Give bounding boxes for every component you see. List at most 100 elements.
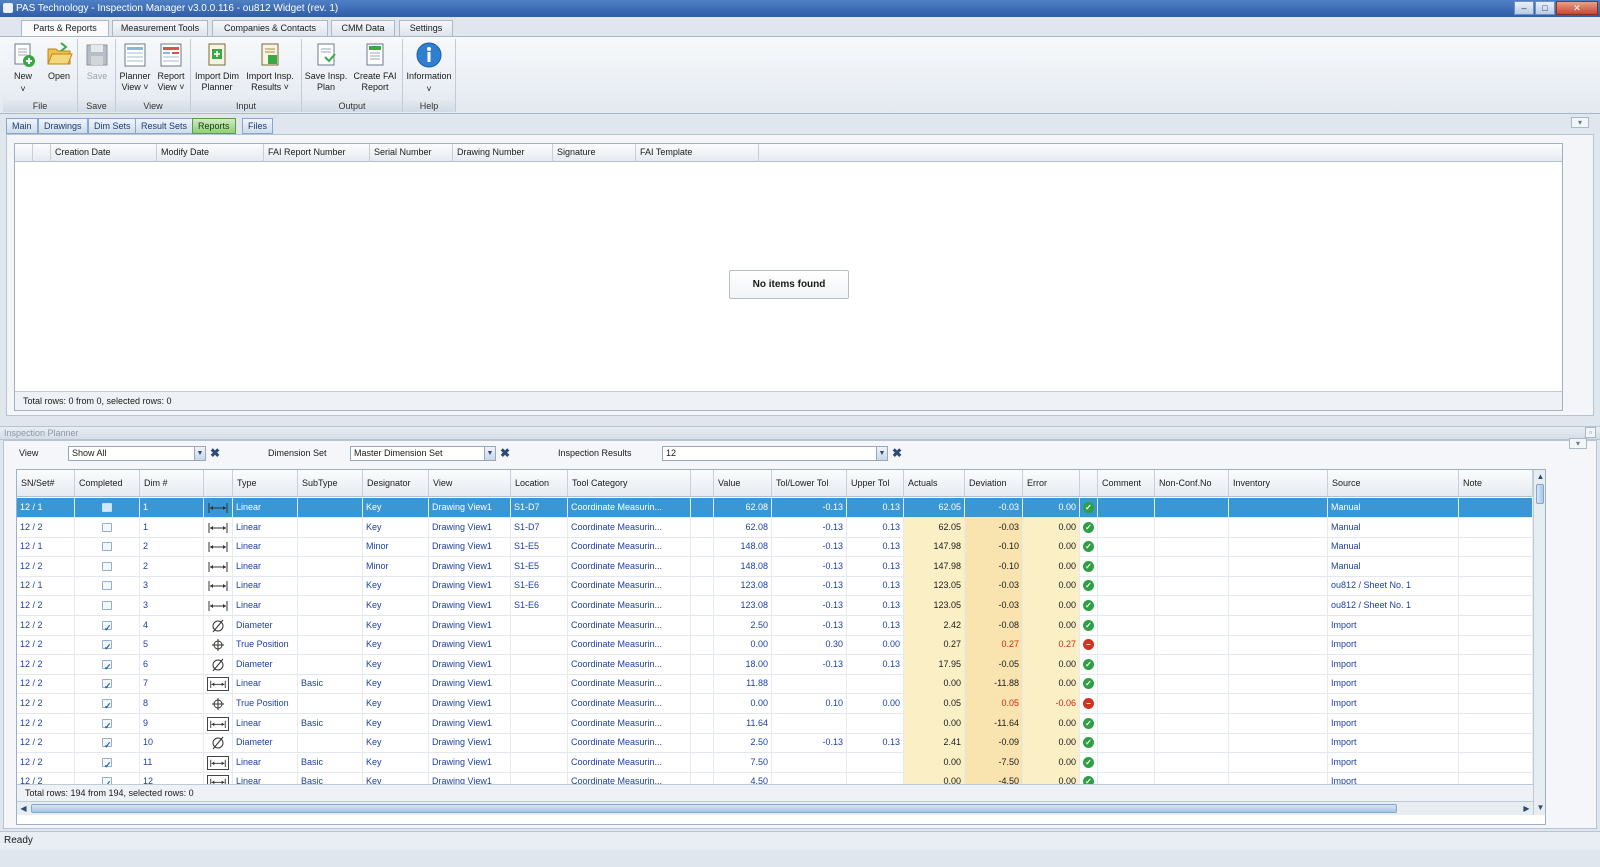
table-row[interactable]: 12 / 2 8 True Position KeyDrawing View1 Coor… xyxy=(17,694,1533,714)
completed-checkbox[interactable] xyxy=(102,601,112,610)
col-type-icon[interactable] xyxy=(204,470,233,497)
tab-main[interactable]: Main xyxy=(6,118,38,134)
completed-checkbox[interactable] xyxy=(102,658,112,675)
col-fai-report-number[interactable]: FAI Report Number xyxy=(264,144,370,162)
chevron-down-icon[interactable]: ▼ xyxy=(876,447,887,460)
col-deviation[interactable]: Deviation xyxy=(965,470,1023,497)
close-button[interactable]: ✕ xyxy=(1556,1,1598,15)
completed-checkbox[interactable] xyxy=(102,677,112,694)
col-modify-date[interactable]: Modify Date xyxy=(157,144,264,162)
col-note[interactable]: Note xyxy=(1459,470,1533,497)
chevron-down-icon[interactable]: ▼ xyxy=(194,447,205,460)
col-serial-number[interactable]: Serial Number xyxy=(370,144,453,162)
tab-result-sets[interactable]: Result Sets xyxy=(135,118,194,134)
tab-reports[interactable]: Reports xyxy=(192,118,236,134)
create-fai-report-button[interactable]: Create FAI Report xyxy=(351,41,399,99)
col-type[interactable]: Type xyxy=(233,470,298,497)
information-button[interactable]: Information ˅ xyxy=(405,41,453,99)
table-row[interactable]: 12 / 2 3 Linear Key Drawing View1 S1-E6 Coordi… xyxy=(17,596,1533,616)
col-inventory[interactable]: Inventory xyxy=(1229,470,1328,497)
minimize-button[interactable]: – xyxy=(1514,1,1534,15)
completed-checkbox[interactable] xyxy=(102,522,112,532)
completed-checkbox[interactable] xyxy=(102,503,112,512)
table-row[interactable]: 12 / 2 1 Linear Key Drawing View1 S1-D7 Coordi… xyxy=(17,517,1533,538)
table-row[interactable]: 12 / 2 6 Diameter KeyDrawing View1 Coordinat… xyxy=(17,654,1533,675)
dimension-set-select[interactable]: Master Dimension Set ▼ xyxy=(350,446,496,461)
col-fai-template[interactable]: FAI Template xyxy=(636,144,759,162)
vertical-scrollbar[interactable]: ▲ ▼ xyxy=(1533,470,1545,815)
save-insp-plan-button[interactable]: Save Insp. Plan xyxy=(303,41,349,99)
col-tool-category[interactable]: Tool Category xyxy=(568,470,691,497)
tab-measurement-tools[interactable]: Measurement Tools xyxy=(112,20,208,36)
planner-collapse-button[interactable]: ▾ xyxy=(1569,438,1587,449)
view-filter-select[interactable]: Show All ▼ xyxy=(68,446,206,461)
completed-checkbox[interactable] xyxy=(102,756,112,773)
tab-dim-sets[interactable]: Dim Sets xyxy=(88,118,137,134)
col-sn-set[interactable]: SN/Set# xyxy=(17,470,75,497)
col-non-conf-no[interactable]: Non-Conf.No xyxy=(1155,470,1229,497)
col-spacer[interactable] xyxy=(691,470,714,497)
col-error[interactable]: Error xyxy=(1023,470,1080,497)
planner-restore-button[interactable]: ▫ xyxy=(1585,427,1596,438)
tab-settings[interactable]: Settings xyxy=(399,20,453,36)
planner-view-button[interactable]: Planner View ˅ xyxy=(117,41,153,99)
completed-checkbox[interactable] xyxy=(102,697,112,714)
maximize-button[interactable]: □ xyxy=(1535,1,1555,15)
table-row[interactable]: 12 / 2 9 LinearBasicKeyDrawing View1 Coordi… xyxy=(17,713,1533,734)
scroll-down-icon[interactable]: ▼ xyxy=(1535,802,1545,813)
horizontal-scrollbar[interactable]: ◀ ▶ xyxy=(17,801,1533,815)
import-insp-results-button[interactable]: Import Insp. Results ˅ xyxy=(243,41,297,99)
scroll-left-icon[interactable]: ◀ xyxy=(18,803,29,814)
report-view-button[interactable]: Report View ˅ xyxy=(153,41,189,99)
col-signature[interactable]: Signature xyxy=(553,144,636,162)
table-row[interactable]: 12 / 2 10 Diameter KeyDrawing View1 Coordina… xyxy=(17,733,1533,754)
col-subtype[interactable]: SubType xyxy=(298,470,363,497)
completed-checkbox[interactable] xyxy=(102,736,112,753)
col-tol-lower[interactable]: Tol/Lower Tol xyxy=(772,470,847,497)
col-creation-date[interactable]: Creation Date xyxy=(51,144,157,162)
col-value[interactable]: Value xyxy=(714,470,772,497)
col-actuals[interactable]: Actuals xyxy=(904,470,965,497)
tab-cmm-data[interactable]: CMM Data xyxy=(331,20,395,36)
tab-files[interactable]: Files xyxy=(242,118,274,134)
col-upper-tol[interactable]: Upper Tol xyxy=(847,470,904,497)
completed-checkbox[interactable] xyxy=(102,561,112,571)
table-row[interactable]: 12 / 2 11 LinearBasicKeyDrawing View1 Coord… xyxy=(17,752,1533,773)
clear-view-icon[interactable]: ✖ xyxy=(209,447,221,459)
scroll-up-icon[interactable]: ▲ xyxy=(1535,471,1545,482)
panel-collapse-button[interactable]: ▾ xyxy=(1571,117,1589,128)
col-status[interactable] xyxy=(1080,470,1098,497)
table-row[interactable]: 12 / 1 1 Linear Key Drawing View1 S1-D7 Coordi… xyxy=(17,498,1533,518)
col-designator[interactable]: Designator xyxy=(363,470,429,497)
table-row[interactable]: 12 / 2 5 True Position KeyDrawing View1 Coor… xyxy=(17,635,1533,656)
table-row[interactable]: 12 / 1 2 Linear Minor Drawing View1 S1-E5 Coor… xyxy=(17,537,1533,558)
table-row[interactable]: 12 / 1 3 Linear Key Drawing View1 S1-E6 Coordi… xyxy=(17,576,1533,597)
completed-checkbox[interactable] xyxy=(102,581,112,591)
table-row[interactable]: 12 / 2 4 Diameter KeyDrawing View1 Coordinat… xyxy=(17,615,1533,636)
import-dim-planner-button[interactable]: Import Dim Planner xyxy=(193,41,241,99)
tab-drawings[interactable]: Drawings xyxy=(38,118,88,134)
clear-inspection-results-icon[interactable]: ✖ xyxy=(891,447,903,459)
col-comment[interactable]: Comment xyxy=(1098,470,1155,497)
open-button[interactable]: Open xyxy=(41,41,77,99)
horizontal-scroll-thumb[interactable] xyxy=(31,804,1397,813)
col-view[interactable]: View xyxy=(429,470,511,497)
col-location[interactable]: Location xyxy=(511,470,568,497)
table-row[interactable]: 12 / 2 7 LinearBasicKeyDrawing View1 Coordi… xyxy=(17,674,1533,695)
inspection-results-select[interactable]: 12 ▼ xyxy=(662,446,888,461)
col-drawing-number[interactable]: Drawing Number xyxy=(453,144,553,162)
table-row[interactable]: 12 / 2 2 Linear Minor Drawing View1 S1-E5 Coor… xyxy=(17,556,1533,577)
scroll-right-icon[interactable]: ▶ xyxy=(1521,803,1532,814)
tab-companies-contacts[interactable]: Companies & Contacts xyxy=(212,20,328,36)
save-button[interactable]: Save xyxy=(79,41,115,99)
chevron-down-icon[interactable]: ▼ xyxy=(484,447,495,460)
completed-checkbox[interactable] xyxy=(102,619,112,636)
tab-parts-reports[interactable]: Parts & Reports xyxy=(21,20,109,37)
col-completed[interactable]: Completed xyxy=(75,470,140,497)
new-button[interactable]: New ˅ xyxy=(5,41,41,99)
col-source[interactable]: Source xyxy=(1328,470,1459,497)
clear-dimension-set-icon[interactable]: ✖ xyxy=(499,447,511,459)
col-dim-number[interactable]: Dim # xyxy=(140,470,204,497)
completed-checkbox[interactable] xyxy=(102,542,112,552)
vertical-scroll-thumb[interactable] xyxy=(1536,484,1544,504)
